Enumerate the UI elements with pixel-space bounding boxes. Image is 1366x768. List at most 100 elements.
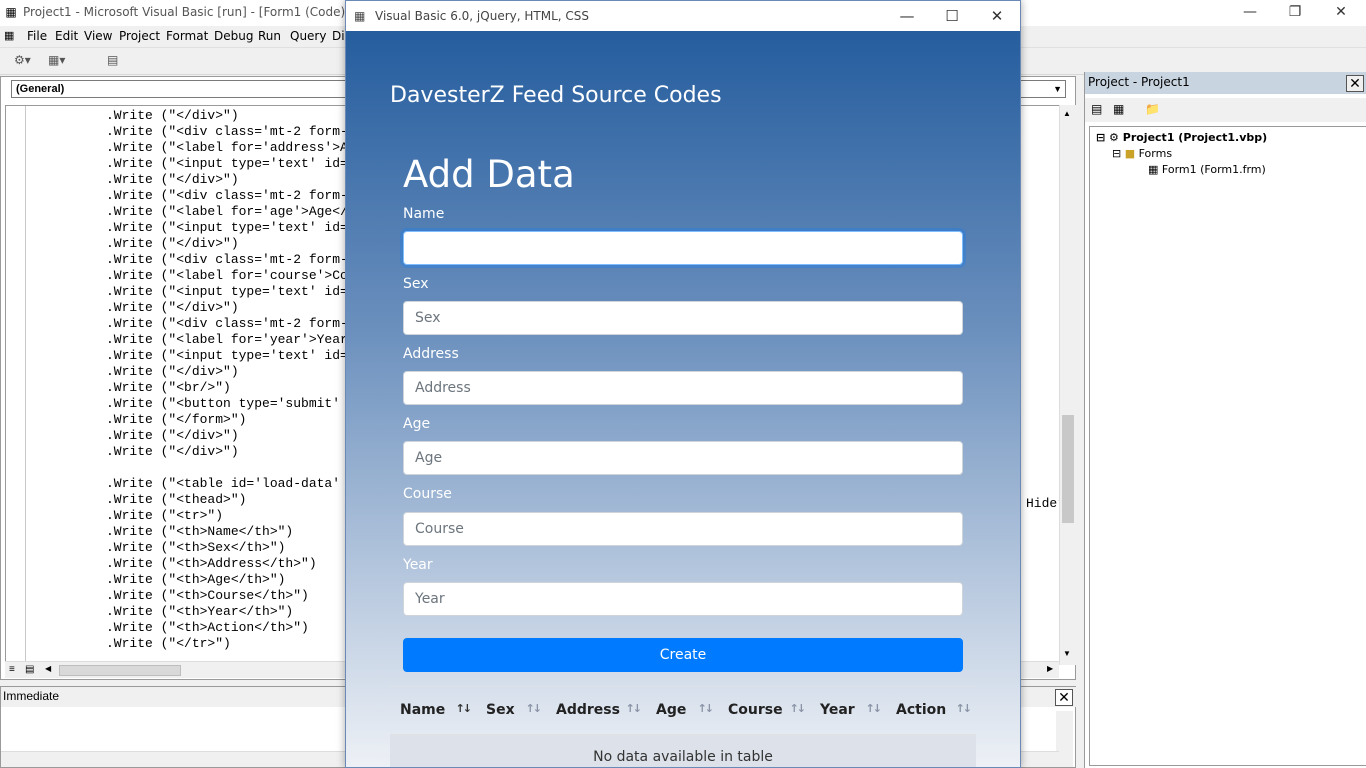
- code-line: .Write ("</div>"): [106, 172, 239, 187]
- full-module-view-icon[interactable]: ▤: [25, 664, 34, 675]
- code-line: .Write ("</tr>"): [106, 636, 231, 651]
- sort-icon: ↑↓: [955, 702, 973, 715]
- procedure-view-icon[interactable]: ≡: [9, 664, 15, 675]
- column-header-sex[interactable]: Sex ↑↓: [476, 686, 546, 736]
- procedure-combo[interactable]: ▼: [1019, 80, 1066, 98]
- scroll-down-icon[interactable]: ▼: [1063, 649, 1071, 658]
- vb-app-icon: ▦: [5, 5, 17, 19]
- code-line: .Write ("<th>Name</th>"): [106, 524, 294, 539]
- course-input[interactable]: [403, 512, 963, 546]
- create-button[interactable]: Create: [403, 638, 963, 672]
- column-label: Age: [656, 702, 687, 719]
- close-button[interactable]: ✕: [1326, 2, 1356, 22]
- ide-title: Project1 - Microsoft Visual Basic [run] …: [23, 5, 350, 19]
- tree-forms-label: Forms: [1138, 147, 1173, 160]
- data-table: Name ↑↓ Sex ↑↓ Address ↑↓ Age ↑↓ Course ↑↓ Ye…: [390, 686, 976, 767]
- app-maximize-button[interactable]: ☐: [937, 5, 967, 27]
- form-icon: ▦: [1148, 163, 1159, 176]
- menu-run[interactable]: Run: [258, 29, 281, 43]
- name-input[interactable]: [403, 231, 963, 265]
- menu-editor-icon[interactable]: ▤: [107, 53, 118, 71]
- code-line: .Write ("<th>Age</th>"): [106, 572, 286, 587]
- code-line: .Write ("<input type='text' id=: [106, 284, 348, 299]
- menu-file[interactable]: File: [27, 29, 47, 43]
- column-header-name[interactable]: Name ↑↓: [390, 686, 476, 736]
- tree-form-label: Form1 (Form1.frm): [1161, 163, 1266, 176]
- sex-input[interactable]: [403, 301, 963, 335]
- app-close-button[interactable]: ✕: [982, 5, 1012, 27]
- code-line: .Write ("<label for='course'>Co: [106, 268, 348, 283]
- view-code-icon[interactable]: ▤: [1091, 102, 1102, 116]
- sort-icon: ↑↓: [865, 702, 883, 715]
- view-object-icon[interactable]: ▦: [1113, 102, 1124, 116]
- brand-title[interactable]: DavesterZ Feed Source Codes: [390, 83, 722, 108]
- sort-icon: ↑↓: [625, 702, 643, 715]
- table-row: No data available in table: [390, 734, 976, 767]
- code-line: .Write ("<th>Action</th>"): [106, 620, 309, 635]
- code-line: .Write ("<input type='text' id=: [106, 220, 348, 235]
- add-form-icon[interactable]: ▦▾: [48, 53, 65, 71]
- menu-query[interactable]: Query: [290, 29, 326, 43]
- menu-view[interactable]: View: [84, 29, 112, 43]
- tree-form-node[interactable]: ▦ Form1 (Form1.frm): [1148, 163, 1266, 176]
- code-line: .Write ("<div class='mt-2 form-: [106, 316, 348, 331]
- code-line: .Write ("<br/>"): [106, 380, 231, 395]
- column-header-year[interactable]: Year ↑↓: [810, 686, 886, 736]
- address-input[interactable]: [403, 371, 963, 405]
- menu-project[interactable]: Project: [119, 29, 160, 43]
- menu-format[interactable]: Format: [166, 29, 208, 43]
- column-label: Course: [728, 702, 783, 719]
- immediate-close-icon[interactable]: ✕: [1055, 689, 1073, 706]
- code-line: .Write ("<div class='mt-2 form-: [106, 252, 348, 267]
- dropdown-arrow-icon: ▼: [1053, 84, 1062, 94]
- code-vertical-scrollbar[interactable]: ▲ ▼: [1059, 105, 1076, 665]
- app-window-title: Visual Basic 6.0, jQuery, HTML, CSS: [375, 9, 590, 23]
- code-line: .Write ("<label for='year'>Year: [106, 332, 348, 347]
- menu-edit[interactable]: Edit: [55, 29, 78, 43]
- minimize-button[interactable]: —: [1235, 2, 1265, 22]
- column-header-address[interactable]: Address ↑↓: [546, 686, 646, 736]
- sort-icon: ↑↓: [697, 702, 715, 715]
- project-node-icon: ⚙: [1109, 131, 1119, 144]
- sex-label: Sex: [403, 276, 429, 292]
- code-line: .Write ("<input type='text' id=: [106, 156, 348, 171]
- column-header-action[interactable]: Action ↑↓: [886, 686, 976, 736]
- year-input[interactable]: [403, 582, 963, 616]
- column-label: Action: [896, 702, 947, 719]
- code-fragment: Hider: [1026, 496, 1059, 511]
- code-line: .Write ("<th>Year</th>"): [106, 604, 294, 619]
- code-lines: .Write ("</div>") .Write ("<div class='mt…: [106, 108, 348, 652]
- scroll-up-icon[interactable]: ▲: [1063, 109, 1071, 118]
- code-line: .Write ("</div>"): [106, 364, 239, 379]
- scroll-right-icon[interactable]: ▶: [1047, 664, 1053, 673]
- project-explorer-close-icon[interactable]: ✕: [1346, 75, 1364, 92]
- tree-project-label: Project1 (Project1.vbp): [1122, 131, 1268, 144]
- restore-button[interactable]: ❐: [1280, 2, 1310, 22]
- code-line: .Write ("<div class='mt-2 form-: [106, 188, 348, 203]
- sort-icon: ↑↓: [455, 702, 473, 715]
- name-label: Name: [403, 206, 445, 222]
- column-header-age[interactable]: Age ↑↓: [646, 686, 718, 736]
- toggle-folders-icon[interactable]: 📁: [1145, 102, 1160, 116]
- app-minimize-button[interactable]: —: [892, 5, 922, 27]
- app-window: ▦ Visual Basic 6.0, jQuery, HTML, CSS — …: [345, 0, 1021, 768]
- sort-icon: ↑↓: [525, 702, 543, 715]
- tree-forms-node[interactable]: ⊟ ■ Forms: [1112, 147, 1172, 160]
- scrollbar-thumb[interactable]: [59, 665, 181, 676]
- age-input[interactable]: [403, 441, 963, 475]
- code-line: .Write ("</div>"): [106, 428, 239, 443]
- tree-project-node[interactable]: ⊟ ⚙ Project1 (Project1.vbp): [1096, 131, 1267, 144]
- code-line: .Write ("<th>Course</th>"): [106, 588, 309, 603]
- code-line: .Write ("<th>Address</th>"): [106, 556, 317, 571]
- add-project-icon[interactable]: ⚙▾: [14, 53, 31, 71]
- course-label: Course: [403, 486, 452, 502]
- object-combo[interactable]: (General): [11, 80, 356, 98]
- menu-debug[interactable]: Debug: [214, 29, 253, 43]
- code-line: .Write ("<label for='address'>A: [106, 140, 348, 155]
- column-label: Sex: [486, 702, 515, 719]
- column-header-course[interactable]: Course ↑↓: [718, 686, 810, 736]
- scroll-left-icon[interactable]: ◀: [45, 664, 51, 673]
- scrollbar-thumb[interactable]: [1062, 415, 1074, 523]
- column-label: Name: [400, 702, 446, 719]
- code-line: .Write ("<thead>"): [106, 492, 247, 507]
